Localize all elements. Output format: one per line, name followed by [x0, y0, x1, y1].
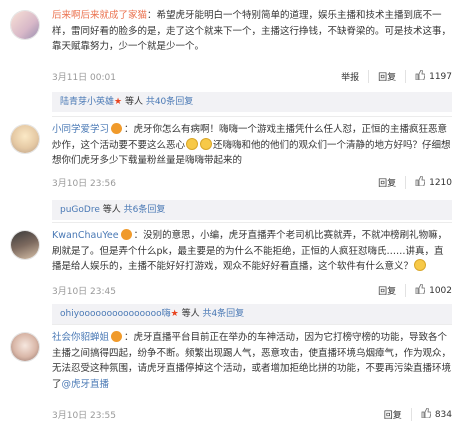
- thumb-up-icon: [415, 70, 426, 80]
- timestamp: 3月11日 00:01: [52, 73, 116, 83]
- reply-username[interactable]: puGoDre: [60, 205, 100, 215]
- username[interactable]: 社会你貂蝉姐: [52, 332, 109, 343]
- comment-meta: 3月10日 23:56 回复 1210: [52, 176, 452, 190]
- comment-meta: 3月10日 23:45 回复 1002: [52, 284, 452, 298]
- divider: [52, 116, 452, 117]
- timestamp: 3月10日 23:45: [52, 287, 116, 297]
- divider: [52, 222, 452, 223]
- thumb-up-icon: [415, 284, 426, 294]
- reply-link[interactable]: 回复: [369, 176, 405, 189]
- thumb-up-icon: [421, 408, 431, 418]
- reply-username[interactable]: 陆青芽小英雄: [60, 97, 114, 107]
- avatar[interactable]: [10, 124, 40, 154]
- vip-badge-icon: [111, 331, 123, 342]
- timestamp: 3月10日 23:56: [52, 179, 116, 189]
- reply-summary[interactable]: 陆青芽小英雄★ 等人 共40条回复: [52, 92, 452, 112]
- username[interactable]: KwanChauYee: [52, 230, 119, 241]
- reply-username[interactable]: ohiyooooooooooooooo嗨: [60, 309, 171, 319]
- username[interactable]: 后来啊后来就成了家猫: [52, 10, 147, 21]
- like-button[interactable]: 1210: [405, 176, 452, 189]
- vip-badge-icon: [111, 123, 123, 134]
- thumb-up-icon: [415, 176, 426, 186]
- comment-meta: 3月10日 23:55 回复 834: [52, 408, 452, 422]
- emoji-icon: [414, 259, 427, 271]
- like-count: 834: [434, 410, 452, 420]
- reply-link[interactable]: 回复: [368, 70, 405, 83]
- emoji-icon: [186, 137, 199, 150]
- star-icon: ★: [170, 309, 179, 319]
- comment-text: ：虎牙直播平台目前正在举办的车神活动，因为它打榜守榜的功能，导致各个主播之间搞得…: [52, 332, 452, 390]
- vip-badge-icon: [120, 229, 132, 240]
- reply-others-label: 等人: [122, 97, 146, 107]
- username[interactable]: 小同学爱学习: [52, 124, 109, 135]
- avatar[interactable]: [10, 332, 40, 362]
- avatar[interactable]: [10, 10, 40, 40]
- reply-count-link[interactable]: 共40条回复: [146, 97, 193, 107]
- like-count: 1002: [429, 286, 452, 296]
- like-count: 1197: [429, 72, 452, 82]
- emoji-icon: [200, 137, 213, 150]
- divider: [52, 324, 452, 325]
- reply-link[interactable]: 回复: [369, 284, 405, 297]
- star-icon: ★: [114, 97, 123, 107]
- reply-summary[interactable]: ohiyooooooooooooooo嗨★ 等人 共4条回复: [52, 304, 452, 324]
- like-button[interactable]: 834: [410, 408, 452, 421]
- avatar[interactable]: [10, 230, 40, 260]
- timestamp: 3月10日 23:55: [52, 411, 116, 421]
- reply-others-label: 等人: [99, 205, 124, 215]
- comment-meta: 3月11日 00:01 举报 回复 1197: [52, 70, 452, 84]
- reply-count-link[interactable]: 共4条回复: [202, 309, 244, 319]
- like-count: 1210: [429, 178, 452, 188]
- reply-count-link[interactable]: 共6条回复: [124, 205, 166, 215]
- reply-others-label: 等人: [178, 309, 203, 319]
- like-button[interactable]: 1002: [405, 284, 452, 297]
- reply-link[interactable]: 回复: [375, 408, 411, 421]
- report-link[interactable]: 举报: [332, 70, 368, 83]
- reply-summary[interactable]: puGoDre 等人 共6条回复: [52, 200, 452, 220]
- like-button[interactable]: 1197: [405, 70, 452, 83]
- mention-link[interactable]: @虎牙直播: [62, 379, 110, 390]
